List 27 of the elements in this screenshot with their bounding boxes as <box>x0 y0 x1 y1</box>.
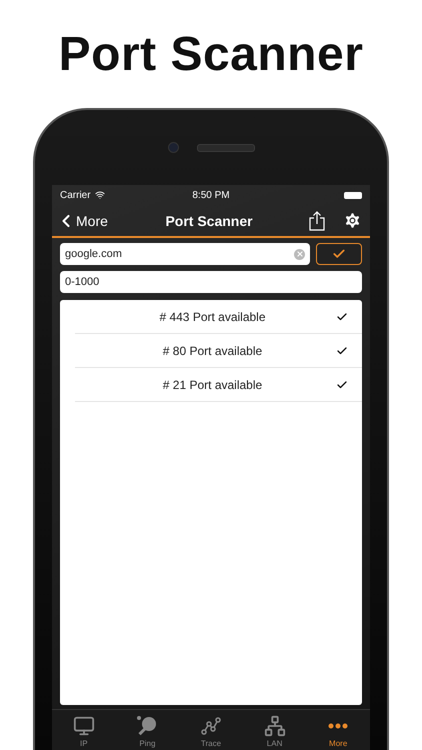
share-icon[interactable] <box>309 210 326 230</box>
camera-icon <box>168 142 178 153</box>
monitor-icon <box>72 715 95 737</box>
scan-button[interactable] <box>316 243 362 265</box>
range-field[interactable]: 0-1000 <box>60 271 362 293</box>
back-button[interactable]: More <box>56 210 166 230</box>
battery-icon <box>344 192 362 198</box>
headline: Port Scanner <box>58 26 364 82</box>
status-time: 8:50 PM <box>192 190 230 200</box>
tab-item[interactable]: Ping <box>116 710 180 750</box>
nav-title: Port Scanner <box>165 212 253 228</box>
tab-item[interactable]: Trace <box>179 710 243 750</box>
tab-item[interactable]: IP <box>52 710 116 750</box>
route-icon <box>200 715 222 737</box>
result-label: # 80 Port available <box>162 344 264 358</box>
result-label: # 443 Port available <box>158 310 267 324</box>
carrier-label: Carrier <box>60 190 91 200</box>
host-field[interactable]: google.com <box>60 243 310 265</box>
check-icon <box>332 247 346 261</box>
paddle-icon <box>136 715 158 737</box>
result-label: # 21 Port available <box>162 378 264 392</box>
tab-item[interactable]: LAN <box>242 710 306 750</box>
tab-item[interactable]: More <box>306 710 370 750</box>
wifi-icon <box>94 190 105 200</box>
network-icon <box>264 715 286 737</box>
speaker-icon <box>196 144 254 152</box>
more-icon <box>328 723 348 729</box>
